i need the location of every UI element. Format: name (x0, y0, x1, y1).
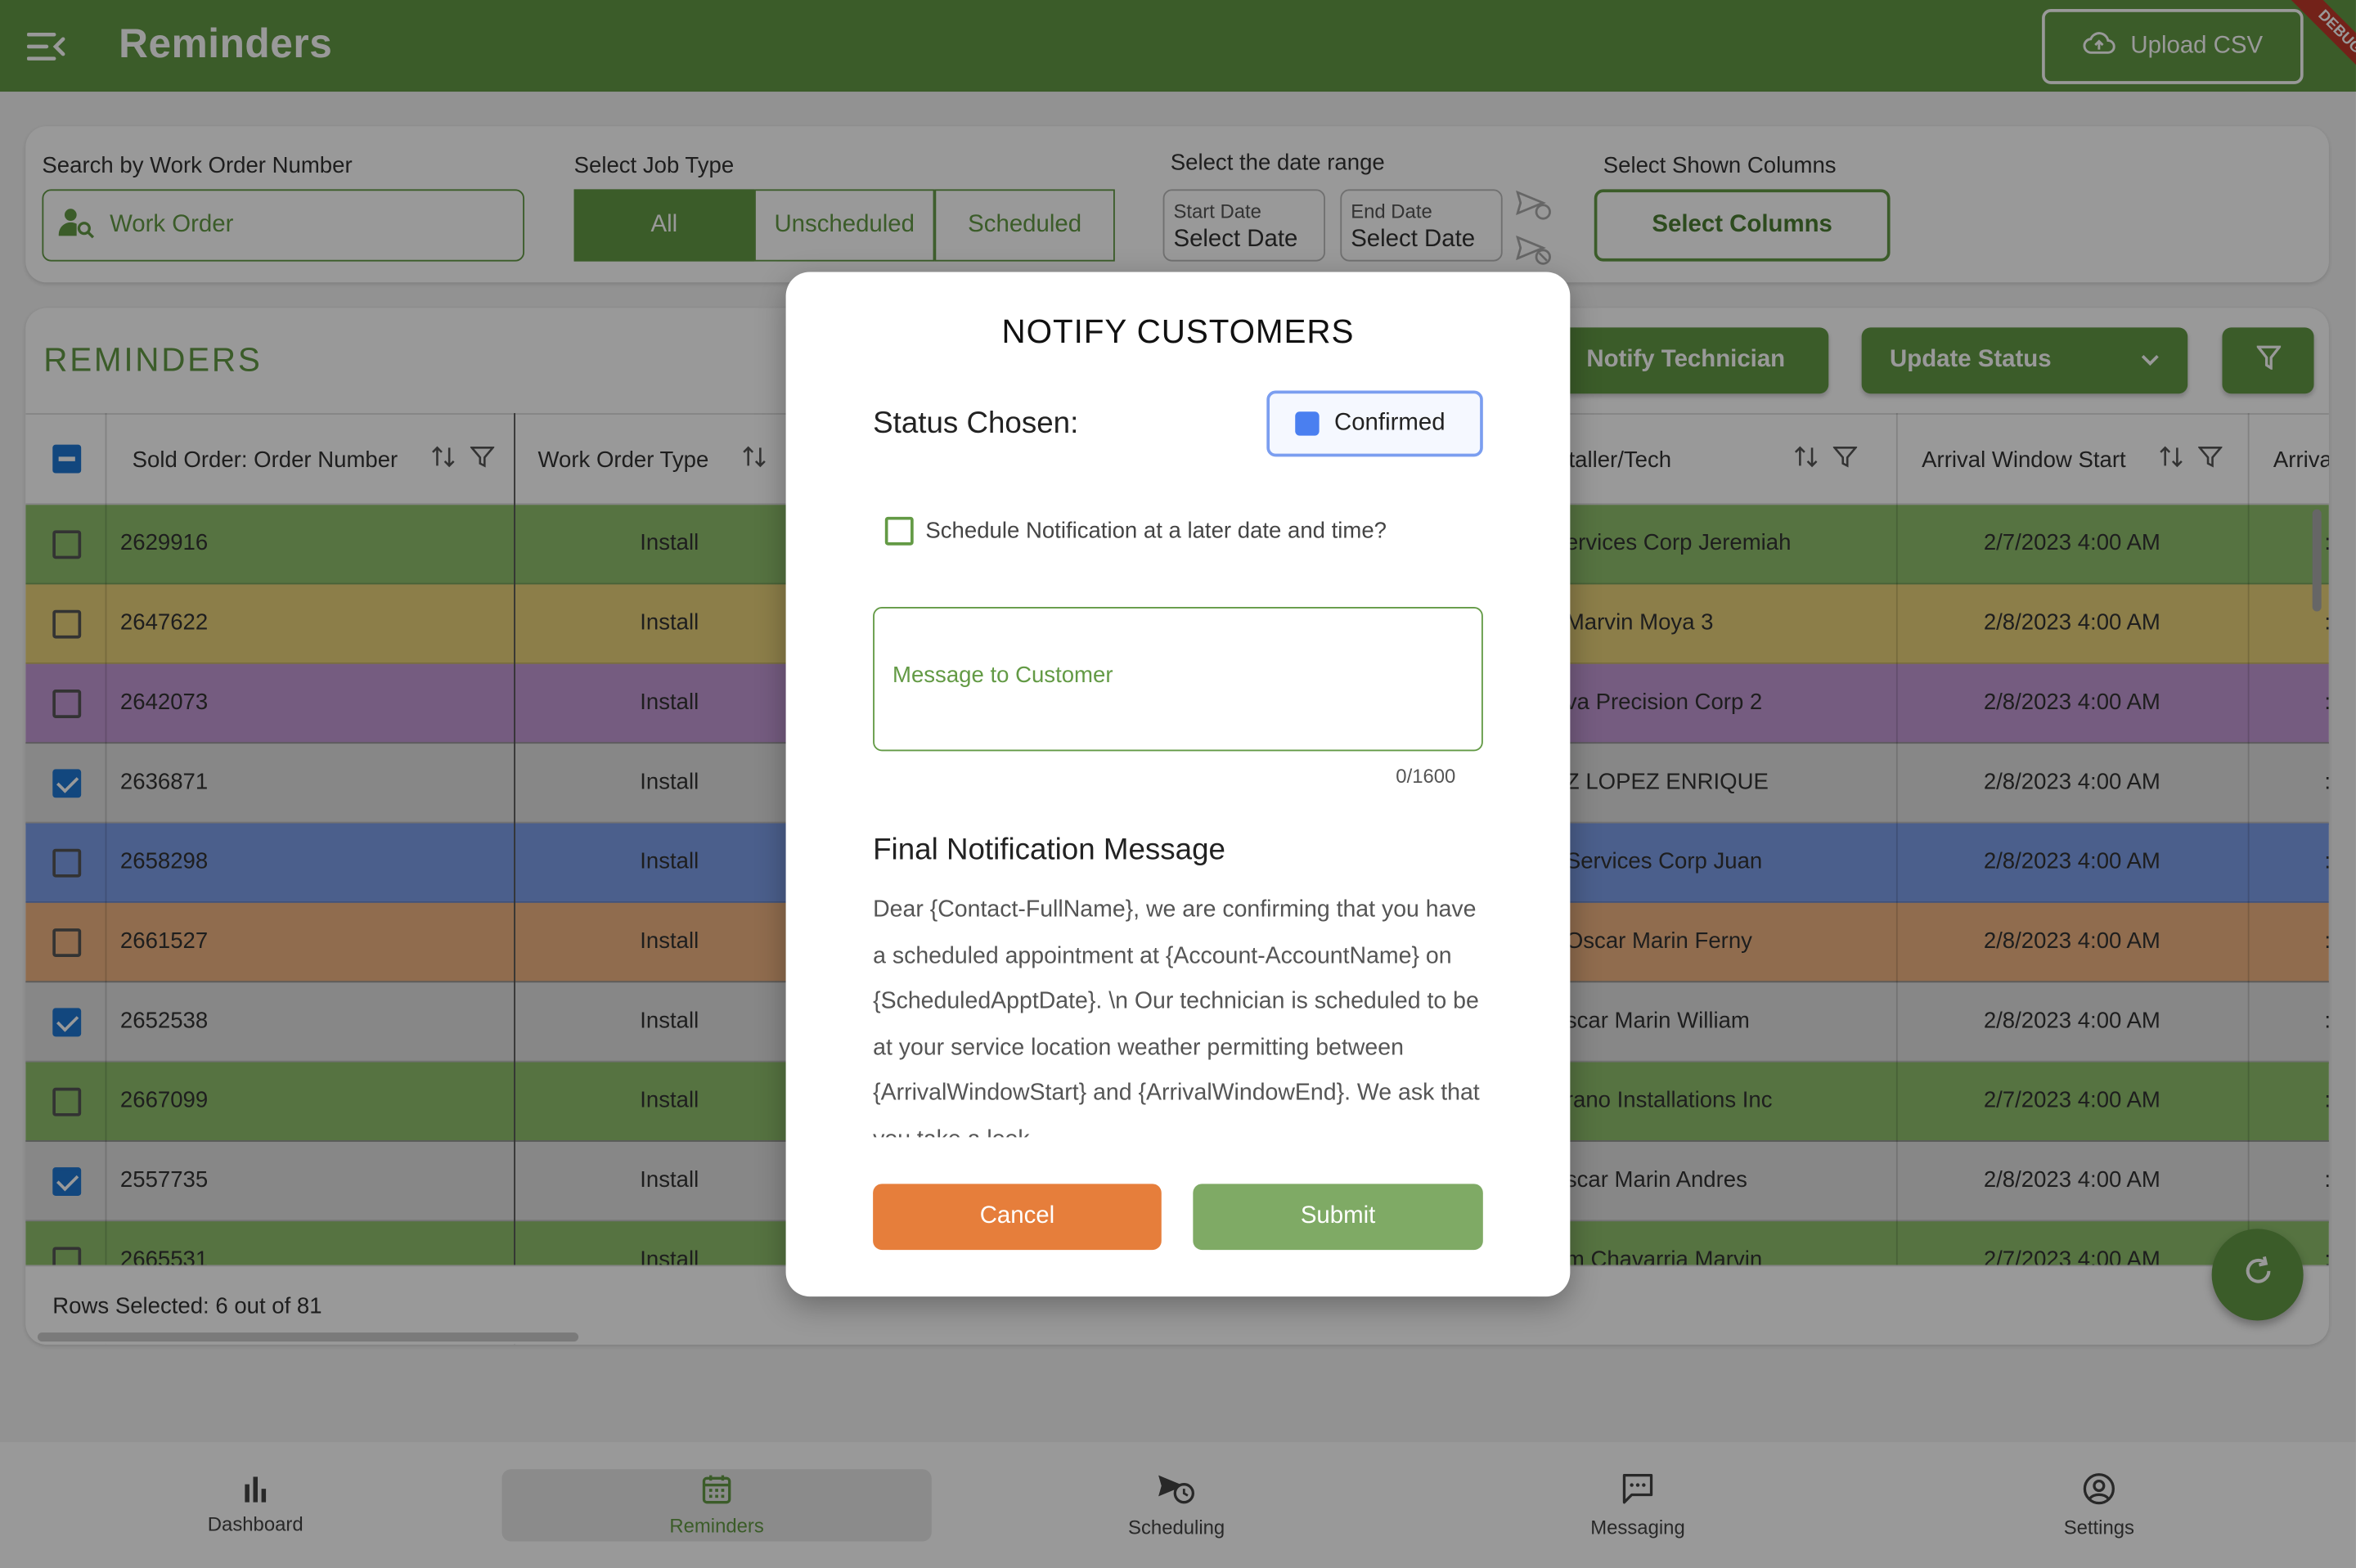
final-message-body: Dear {Contact-FullName}, we are confirmi… (873, 896, 1480, 1138)
message-input[interactable] (874, 608, 1481, 750)
status-color-swatch (1295, 411, 1320, 436)
submit-button[interactable]: Submit (1193, 1184, 1483, 1251)
schedule-later-option[interactable]: Schedule Notification at a later date an… (884, 516, 1387, 546)
message-to-customer-field[interactable] (873, 607, 1483, 752)
dialog-title: NOTIFY CUSTOMERS (1001, 312, 1355, 350)
character-counter: 0/1600 (1396, 764, 1456, 788)
status-chosen-label: Status Chosen: (873, 407, 1079, 441)
schedule-later-label: Schedule Notification at a later date an… (925, 518, 1387, 544)
status-value: Confirmed (1333, 410, 1446, 436)
status-chip: Confirmed (1266, 390, 1483, 457)
final-message-title: Final Notification Message (873, 833, 1225, 867)
schedule-later-checkbox[interactable] (884, 516, 914, 546)
notify-customers-dialog: NOTIFY CUSTOMERS Status Chosen: Confirme… (785, 272, 1571, 1297)
cancel-button[interactable]: Cancel (873, 1184, 1162, 1251)
